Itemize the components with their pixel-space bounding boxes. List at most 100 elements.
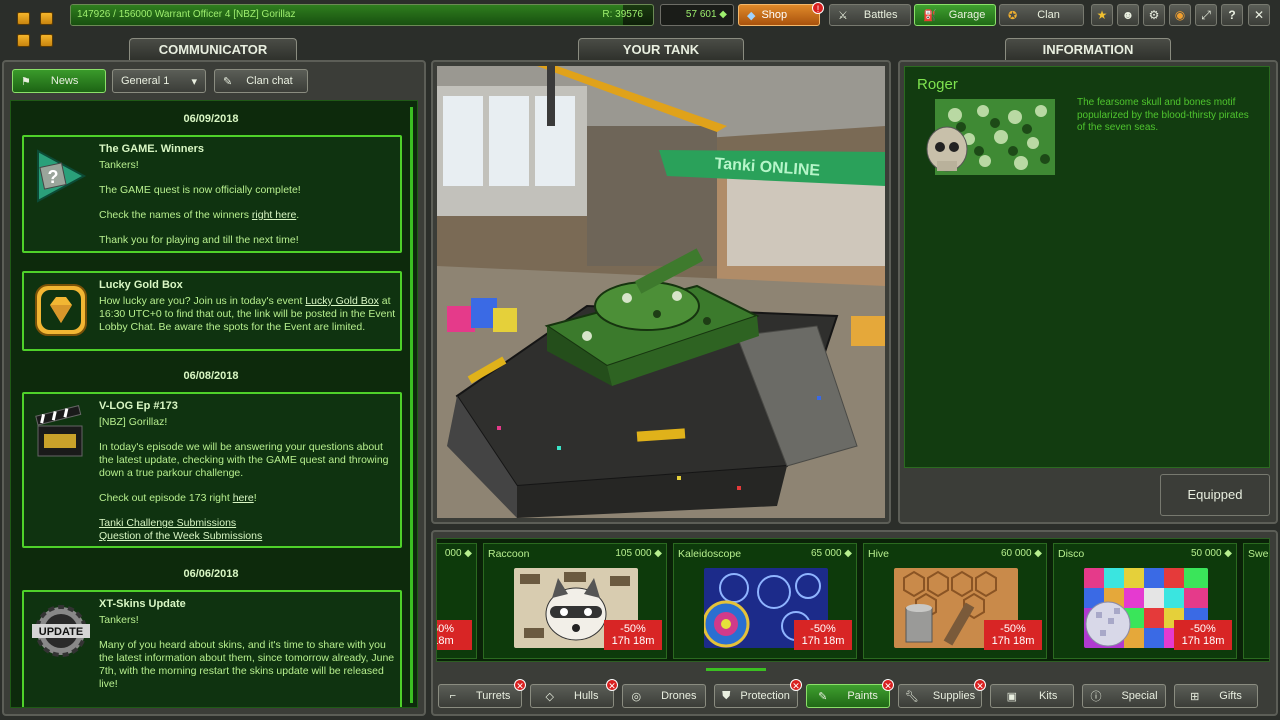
news-scrollbar[interactable] [410, 107, 413, 703]
news-line-text: Check the names of the winners [99, 209, 249, 221]
menu-grid-icon[interactable] [40, 12, 53, 25]
gear-icon[interactable]: ⚙ [1143, 4, 1165, 26]
news-item: UPDATE XT-Skins Update Tankers! Many of … [22, 590, 402, 707]
nav-label: Kits [1039, 690, 1058, 702]
shield-icon: ⛊ [722, 689, 731, 702]
nav-label: Turrets [476, 690, 511, 702]
item-carousel[interactable]: 000 ◆ 50%18m Raccoon 105 000 ◆ -50%17h 1… [436, 538, 1270, 662]
clan-chat-button[interactable]: ✎ Clan chat [214, 69, 308, 93]
nav-label: Hulls [574, 690, 599, 702]
news-links: Tanki Challenge Submissions Question of … [99, 517, 397, 543]
nav-turrets[interactable]: ⌐ Turrets ✕ [438, 679, 526, 708]
nav-kits[interactable]: ▣ Kits [990, 684, 1074, 708]
sale-badge: -50% 17h 18m [1174, 620, 1232, 650]
shop-button[interactable]: ◆ Shop [738, 4, 820, 26]
news-label: News [50, 75, 79, 87]
battles-button[interactable]: ⚔ Battles [829, 4, 911, 26]
news-punct: . [296, 209, 300, 221]
garage-button[interactable]: ⛽ Garage [914, 4, 996, 26]
crystal-counter: 57 601 ◆ [660, 4, 734, 26]
crystal-icon: ◆ [719, 9, 727, 20]
item-info: Roger The fearsome skull and bones motif… [904, 66, 1270, 468]
nav-drones[interactable]: ◎ Drones [622, 684, 706, 708]
rank-progress-bar: 147926 / 156000 Warrant Officer 4 [NBZ] … [70, 4, 654, 26]
sale-badge: -50% 17h 18m [794, 620, 852, 650]
nav-protection[interactable]: ⛊ Protection ✕ [714, 679, 802, 708]
channel-select[interactable]: General 1 ▾ [112, 69, 206, 93]
news-button[interactable]: ⚑ News [12, 69, 106, 93]
menu-grid-icon[interactable] [40, 34, 53, 47]
episode-link[interactable]: here [233, 492, 254, 504]
fullscreen-icon[interactable]: ⤢ [1195, 4, 1217, 26]
news-punct: ! [253, 492, 257, 504]
alert-icon: ⓘ [1090, 691, 1102, 703]
news-line: Tankers! [99, 159, 139, 171]
sound-icon[interactable]: ◉ [1169, 4, 1191, 26]
nav-paints[interactable]: ✎ Paints ✕ [806, 679, 894, 708]
menu-grid-icon[interactable] [17, 34, 30, 47]
item-name: Swe [1248, 548, 1269, 560]
crystal-amount: 57 601 [685, 9, 717, 20]
carousel-scroll-indicator[interactable] [706, 668, 766, 671]
drone-icon: ◎ [631, 690, 642, 703]
friends-icon[interactable]: ☻ [1117, 4, 1139, 26]
lucky-gold-box-link[interactable]: Lucky Gold Box [305, 295, 379, 307]
communicator-tab: COMMUNICATOR [129, 38, 297, 60]
item-card-disco[interactable]: Disco 50 000 ◆ -50% 17h 18m [1053, 543, 1237, 659]
equipped-button[interactable]: Equipped [1160, 474, 1270, 516]
item-price: 50 000 ◆ [1190, 548, 1232, 559]
item-card-hive[interactable]: Hive 60 000 ◆ -50% 17h 18m [863, 543, 1047, 659]
news-line-text: Check out episode 173 right [99, 492, 230, 504]
news-body: How lucky are you? Join us in today's ev… [99, 295, 397, 334]
item-card-raccoon[interactable]: Raccoon 105 000 ◆ -50% 17h 18m [483, 543, 667, 659]
news-line: Many of you heard about skins, and it's … [99, 639, 395, 690]
item-card-partial[interactable]: Swe [1243, 543, 1269, 659]
item-name: Kaleidoscope [678, 548, 742, 560]
nav-gifts[interactable]: ⊞ Gifts [1174, 684, 1258, 708]
nav-alert-badge: ✕ [514, 679, 526, 691]
sale-badge: -50% 17h 18m [984, 620, 1042, 650]
svg-text:?: ? [48, 167, 59, 187]
item-card-partial[interactable]: 000 ◆ 50%18m [437, 543, 477, 659]
item-card-kaleidoscope[interactable]: Kaleidoscope 65 000 ◆ -50% 17h 18m [673, 543, 857, 659]
challenge-submissions-link[interactable]: Tanki Challenge Submissions [99, 517, 236, 529]
close-icon[interactable]: ✕ [1248, 4, 1270, 26]
item-name: Raccoon [488, 548, 530, 560]
update-gear-icon: UPDATE [32, 605, 90, 657]
news-item: Lucky Gold Box How lucky are you? Join u… [22, 271, 402, 351]
nav-alert-badge: ✕ [790, 679, 802, 691]
nav-supplies[interactable]: 🔧︎ Supplies ✕ [898, 679, 986, 708]
news-body: Tankers! Many of you heard about skins, … [99, 614, 397, 703]
tank-preview[interactable]: Tanki ONLINE [437, 66, 885, 518]
news-line: Tankers! [99, 614, 139, 626]
diamond-icon: ◆ [747, 9, 756, 22]
nav-special[interactable]: ⓘ Special [1082, 684, 1166, 708]
news-feed[interactable]: 06/09/2018 ? The GAME. Winners Tankers! … [10, 100, 418, 708]
news-title: XT-Skins Update [99, 598, 186, 610]
help-button[interactable]: ? [1221, 4, 1243, 26]
turret-icon: ⌐ [449, 690, 456, 702]
rating-text: R: 39576 [602, 9, 643, 20]
nav-hulls[interactable]: ◇ Hulls ✕ [530, 679, 618, 708]
nav-label: Special [1121, 690, 1158, 702]
nav-label: Drones [661, 690, 697, 702]
shop-label: Shop [761, 9, 788, 21]
news-line: [NBZ] Gorillaz! [99, 416, 168, 428]
question-arrow-icon: ? [37, 149, 87, 203]
clan-button[interactable]: ✪ Clan [999, 4, 1084, 26]
clan-label: Clan [1037, 9, 1060, 21]
news-line: In today's episode we will be answering … [99, 441, 389, 479]
menu-grid-icon[interactable] [17, 12, 30, 25]
news-body: [NBZ] Gorillaz! In today's episode we wi… [99, 416, 397, 543]
news-text: How lucky are you? Join us in today's ev… [99, 295, 303, 307]
winners-link[interactable]: right here [252, 209, 296, 221]
item-name: Disco [1058, 548, 1085, 560]
question-submissions-link[interactable]: Question of the Week Submissions [99, 530, 262, 542]
news-item: V-LOG Ep #173 [NBZ] Gorillaz! In today's… [22, 392, 402, 548]
gold-box-icon [35, 284, 87, 336]
item-name: Hive [868, 548, 890, 560]
roger-paint-preview [926, 99, 1055, 175]
paint-brush-icon: ✎ [818, 690, 828, 703]
battles-label: Battles [863, 9, 898, 21]
star-icon[interactable]: ★ [1091, 4, 1113, 26]
